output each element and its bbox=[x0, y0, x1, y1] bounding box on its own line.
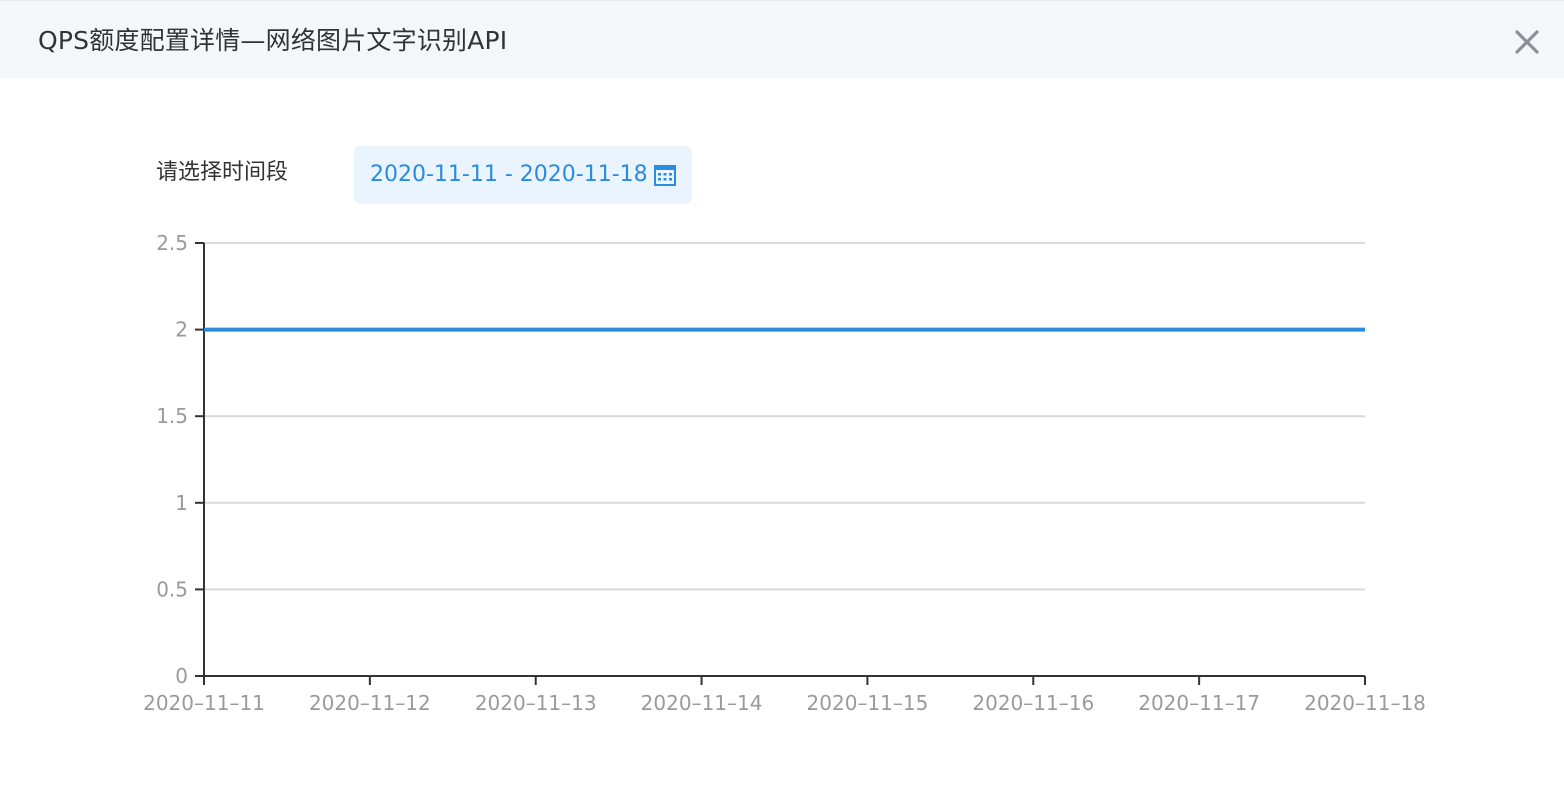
x-tick-label-6: 2020–11–17 bbox=[1138, 691, 1260, 715]
dialog-title: QPS额度配置详情—网络图片文字识别API bbox=[38, 26, 508, 55]
date-range-picker[interactable]: 2020-11-11 - 2020-11-18 bbox=[354, 146, 692, 204]
x-tick-label-5: 2020–11–16 bbox=[972, 691, 1094, 715]
dialog-header: QPS额度配置详情—网络图片文字识别API bbox=[0, 0, 1564, 78]
chart-svg: 0 0.5 1 1.5 2 2.5 2020–11–11 2020–11–12 2020–11–… bbox=[143, 231, 1426, 715]
x-tick-label-4: 2020–11–15 bbox=[807, 691, 929, 715]
date-range-value: 2020-11-11 - 2020-11-18 bbox=[370, 162, 648, 187]
close-icon bbox=[1515, 30, 1539, 54]
x-tick-label-2: 2020–11–13 bbox=[475, 691, 597, 715]
qps-detail-dialog: QPS额度配置详情—网络图片文字识别API 请选择时间段 2020-11-11 … bbox=[0, 0, 1564, 810]
y-tick-label-1: 0.5 bbox=[156, 577, 188, 601]
time-range-label: 请选择时间段 bbox=[156, 160, 289, 185]
qps-line-chart: 0 0.5 1 1.5 2 2.5 2020–11–11 2020–11–12 2020–11–… bbox=[0, 220, 1564, 740]
y-tick-label-2: 1 bbox=[175, 491, 188, 515]
y-tick-label-0: 0 bbox=[175, 664, 188, 688]
y-tick-label-4: 2 bbox=[175, 318, 188, 342]
close-button[interactable] bbox=[1512, 27, 1542, 57]
x-tick-label-7: 2020–11–18 bbox=[1304, 691, 1426, 715]
x-tick-label-1: 2020–11–12 bbox=[309, 691, 431, 715]
calendar-icon bbox=[654, 165, 676, 186]
x-tick-label-3: 2020–11–14 bbox=[641, 691, 763, 715]
y-tick-label-5: 2.5 bbox=[156, 231, 188, 255]
x-tick-label-0: 2020–11–11 bbox=[143, 691, 265, 715]
y-tick-label-3: 1.5 bbox=[156, 404, 188, 428]
